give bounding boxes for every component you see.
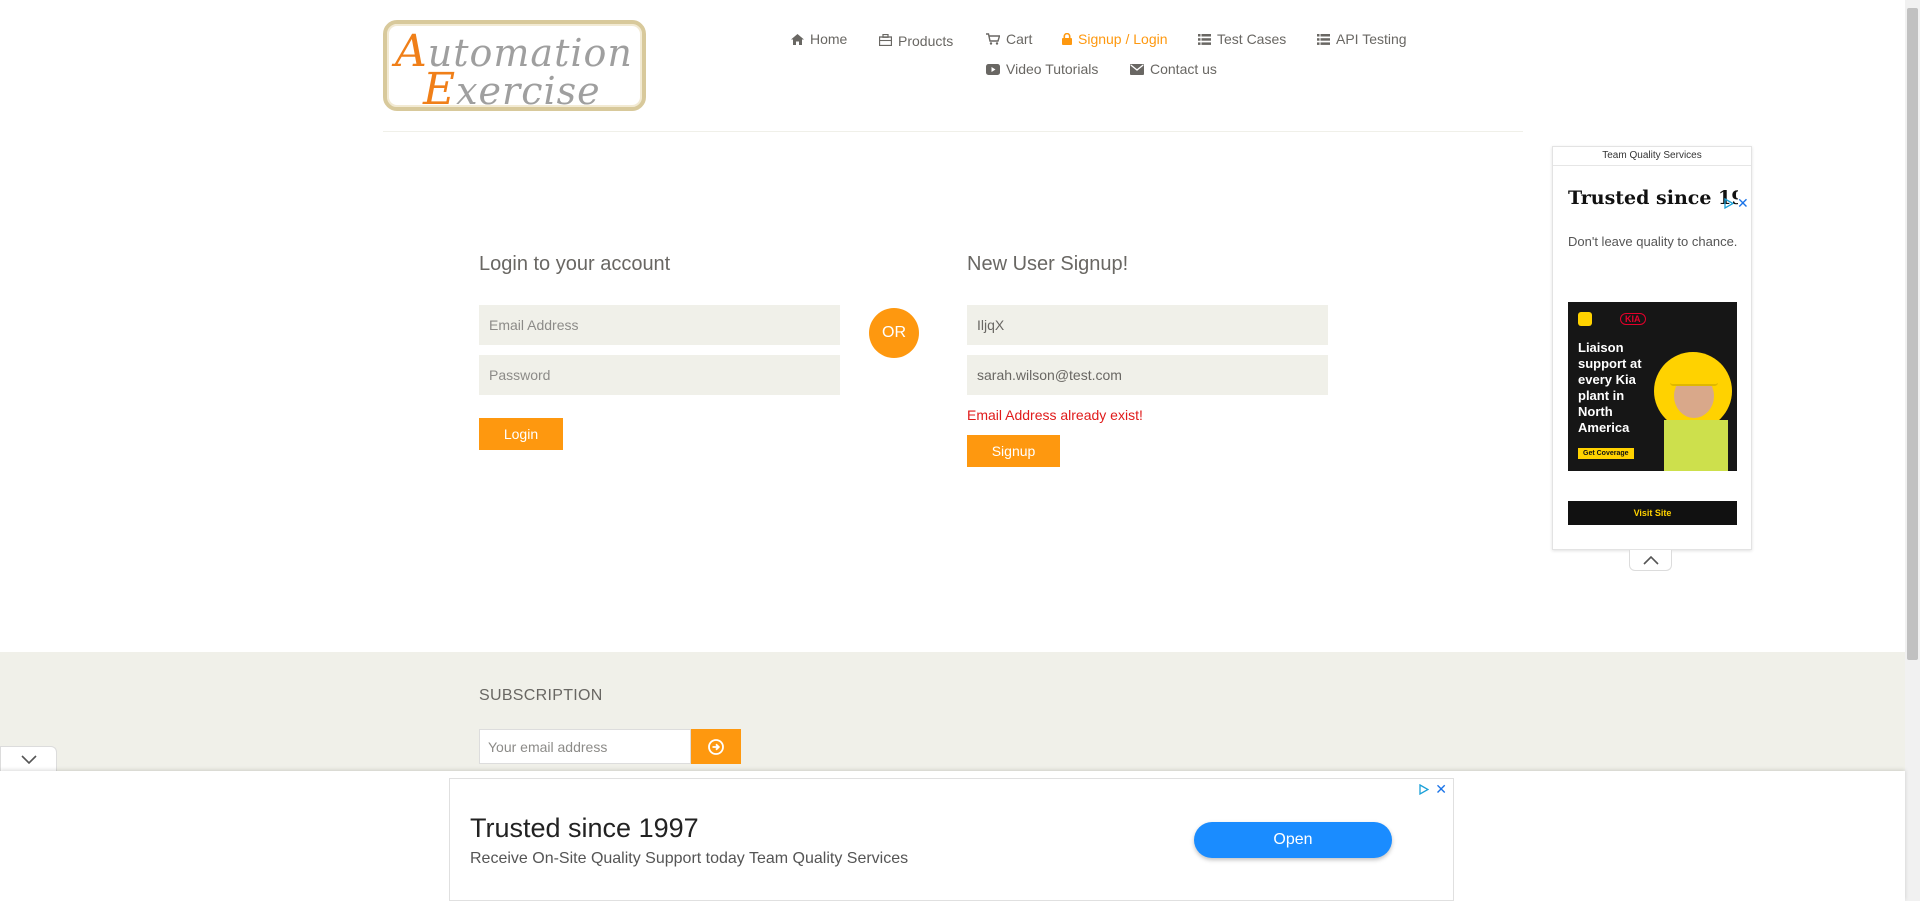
chevron-down-icon — [20, 754, 37, 764]
nav-products[interactable]: Products — [879, 30, 953, 49]
signup-error-message: Email Address already exist! — [967, 407, 1143, 423]
adchoices-icon — [1724, 198, 1734, 209]
nav-api-testing[interactable]: API Testing — [1317, 31, 1407, 47]
login-button[interactable]: Login — [479, 418, 563, 450]
ad-image-cta: Get Coverage — [1578, 448, 1634, 459]
close-icon[interactable]: ✕ — [1435, 781, 1447, 798]
ad-headline: Trusted since 1997 — [1568, 187, 1738, 209]
bottom-ad-collapse-button[interactable] — [0, 746, 57, 771]
site-logo[interactable]: Automation Exercise — [383, 20, 646, 115]
nav-home[interactable]: Home — [791, 31, 847, 47]
arrow-circle-right-icon — [708, 738, 724, 755]
kia-logo: KIA — [1620, 313, 1646, 325]
briefcase-icon — [879, 33, 892, 46]
ad-subtext: Don't leave quality to chance. — [1568, 234, 1738, 249]
ad-image-text: Liaison support at every Kia plant in No… — [1578, 340, 1642, 435]
ad-sponsor-label: Team Quality Services — [1553, 147, 1751, 166]
subscription-title: SUBSCRIPTION — [479, 687, 603, 704]
login-email-field[interactable] — [479, 305, 840, 345]
youtube-play-icon — [986, 63, 1000, 75]
close-icon[interactable]: ✕ — [1737, 195, 1749, 212]
visit-site-button[interactable]: Visit Site — [1568, 501, 1737, 525]
signup-name-field[interactable] — [967, 305, 1328, 345]
nav-signup-login[interactable]: Signup / Login — [1062, 31, 1168, 47]
signup-email-field[interactable] — [967, 355, 1328, 395]
bottom-ad-description: Receive On-Site Quality Support today Te… — [470, 850, 909, 867]
brand-logo-icon — [1578, 312, 1592, 326]
subscribe-button[interactable] — [691, 729, 741, 764]
nav-video-tutorials[interactable]: Video Tutorials — [986, 61, 1098, 77]
nav-contact-us[interactable]: Contact us — [1130, 61, 1217, 77]
home-icon — [791, 33, 804, 45]
shopping-cart-icon — [986, 33, 1000, 45]
adchoices[interactable]: ✕ — [1723, 195, 1749, 212]
adchoices-icon — [1419, 784, 1430, 795]
page-scrollbar-thumb[interactable] — [1907, 8, 1918, 660]
bottom-ad-headline: Trusted since 1997 — [470, 813, 699, 843]
signup-button[interactable]: Signup — [967, 435, 1060, 467]
bottom-ad-open-button[interactable]: Open — [1194, 822, 1392, 858]
ad-image[interactable]: KIA Liaison support at every Kia plant i… — [1568, 302, 1737, 471]
safety-vest — [1664, 420, 1728, 471]
login-password-field[interactable] — [479, 355, 840, 395]
bottom-adchoices[interactable]: ✕ — [1418, 781, 1447, 798]
or-separator: OR — [869, 308, 919, 358]
nav-cart[interactable]: Cart — [986, 31, 1032, 47]
side-advertisement[interactable]: Team Quality Services Trusted since 1997… — [1552, 146, 1752, 550]
login-title: Login to your account — [479, 253, 671, 275]
nav-test-cases[interactable]: Test Cases — [1198, 31, 1286, 47]
list-icon — [1317, 33, 1330, 45]
subscription-email-field[interactable] — [479, 729, 691, 764]
bottom-advertisement[interactable]: ✕ Trusted since 1997 Receive On-Site Qua… — [449, 778, 1454, 901]
signup-title: New User Signup! — [967, 253, 1129, 275]
lock-icon — [1062, 33, 1072, 45]
chevron-up-icon — [1642, 555, 1659, 565]
envelope-icon — [1130, 63, 1144, 75]
header-divider — [383, 131, 1523, 132]
side-ad-collapse-button[interactable] — [1629, 550, 1672, 571]
list-icon — [1198, 33, 1211, 45]
